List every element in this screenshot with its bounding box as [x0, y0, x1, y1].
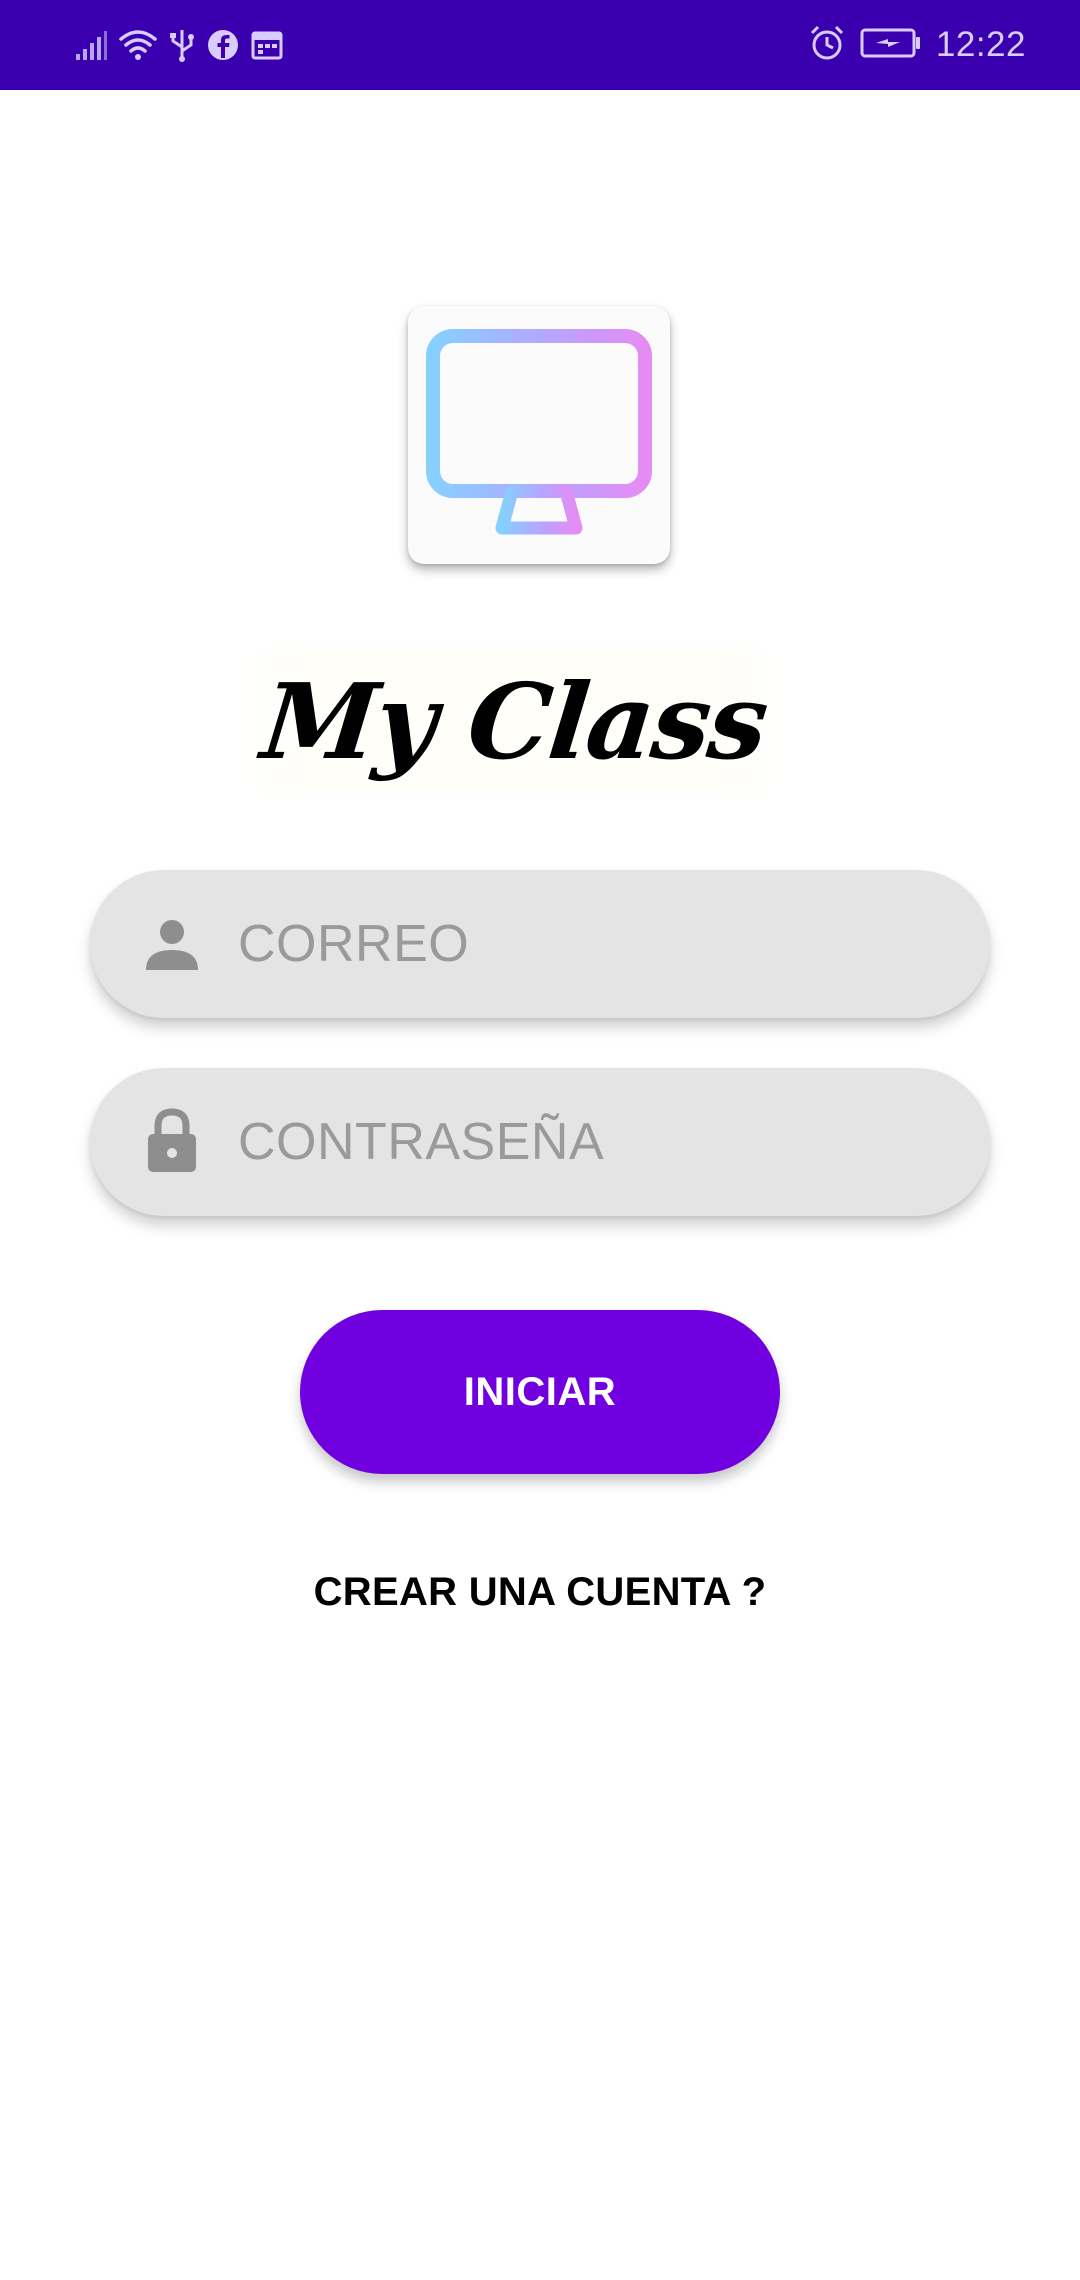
alarm-icon [808, 24, 846, 67]
status-bar-left-icons [74, 24, 284, 66]
create-account-link[interactable]: CREAR UNA CUENTA ? [0, 1570, 1080, 1615]
wifi-icon [118, 27, 158, 63]
password-input[interactable] [236, 1068, 958, 1216]
app-name-banner: My Class [236, 646, 792, 796]
app-logo [408, 306, 670, 564]
login-button[interactable]: INICIAR [300, 1310, 780, 1474]
battery-charging-icon [860, 26, 922, 65]
status-bar-right-icons: 12:22 [808, 24, 1026, 66]
email-input[interactable] [236, 870, 958, 1018]
status-time: 12:22 [935, 25, 1026, 64]
signal-icon [74, 28, 108, 62]
person-icon [142, 914, 202, 974]
status-bar: 12:22 [0, 0, 1080, 90]
app-name: My Class [256, 659, 772, 783]
lock-icon [142, 1108, 202, 1174]
usb-icon [168, 27, 196, 63]
email-field[interactable] [90, 870, 990, 1018]
facebook-icon [206, 28, 240, 62]
password-field[interactable] [90, 1068, 990, 1216]
login-screen: 12:22 My Class CORREO INICIAR CREAR UNA … [0, 0, 1080, 2280]
calendar-icon [250, 28, 284, 62]
